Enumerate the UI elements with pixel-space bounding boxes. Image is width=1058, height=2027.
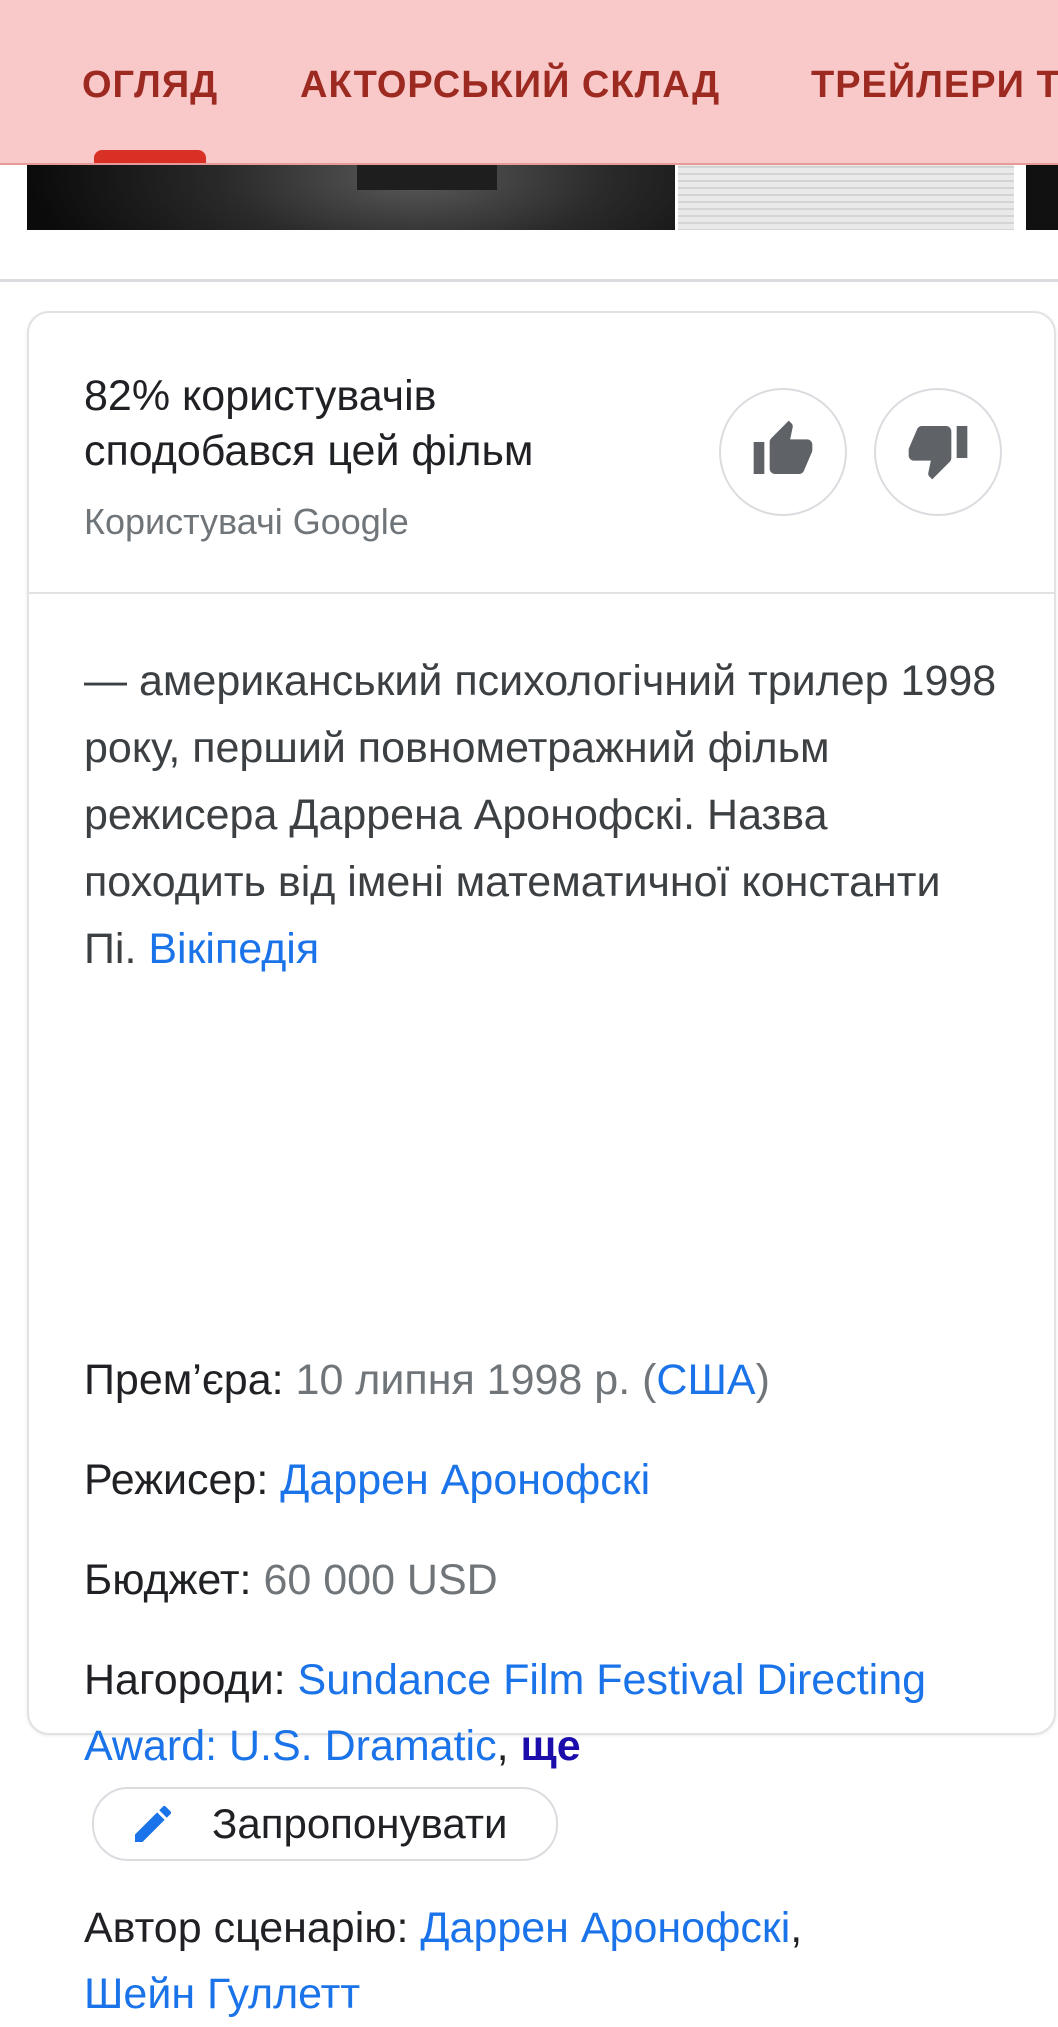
- tab-bar: ОГЛЯД АКТОРСЬКИЙ СКЛАД ТРЕЙЛЕРИ Т: [0, 0, 1058, 165]
- wikipedia-link[interactable]: Вікіпедія: [148, 925, 319, 973]
- rating-source: Користувачі Google: [84, 501, 409, 542]
- active-tab-indicator: [94, 150, 206, 163]
- fact-writer: Автор сценарію: Даррен Аронофскі, Шейн Гу…: [84, 1895, 1004, 2027]
- suggest-label: Запропонувати: [212, 1800, 508, 1847]
- fact-label: Бюджет:: [84, 1556, 252, 1604]
- tab-overview[interactable]: ОГЛЯД: [82, 64, 218, 107]
- director-link[interactable]: Даррен Аронофскі: [280, 1456, 650, 1504]
- dislike-button[interactable]: [874, 388, 1002, 516]
- premiere-date: 10 липня 1998 р. (: [295, 1356, 657, 1404]
- section-divider: [0, 279, 1058, 282]
- premiere-paren: ): [755, 1356, 770, 1404]
- award-separator: ,: [496, 1722, 521, 1770]
- fact-director: Режисер: Даррен Аронофскі: [84, 1447, 1004, 1513]
- fact-budget: Бюджет: 60 000 USD: [84, 1547, 1004, 1613]
- writer-link-1[interactable]: Даррен Аронофскі: [420, 1904, 790, 1952]
- writer-separator: ,: [790, 1904, 803, 1952]
- card-divider: [29, 592, 1054, 594]
- rating-liked-text: сподобався цей фільм: [84, 427, 534, 475]
- fact-premiere: Прем’єра: 10 липня 1998 р. (США): [84, 1347, 1004, 1413]
- thumb-down-icon: [906, 418, 970, 487]
- fact-label: Режисер:: [84, 1456, 269, 1504]
- movie-info-card: 82% користувачів сподобався цей фільм Ко…: [27, 311, 1056, 2018]
- writer-link-2[interactable]: Шейн Гуллетт: [84, 1970, 360, 2018]
- tab-trailers[interactable]: ТРЕЙЛЕРИ Т: [811, 64, 1058, 107]
- fact-awards: Нагороди: Sundance Film Festival Directi…: [84, 1647, 1004, 1779]
- tab-cast[interactable]: АКТОРСЬКИЙ СКЛАД: [300, 64, 720, 107]
- thumb-up-icon: [751, 418, 815, 487]
- fact-label: Прем’єра:: [84, 1356, 284, 1404]
- like-button[interactable]: [719, 388, 847, 516]
- country-link[interactable]: США: [656, 1356, 755, 1404]
- budget-value: 60 000 USD: [263, 1556, 498, 1604]
- movie-description: — американський психологічний трилер 199…: [84, 648, 1004, 983]
- fact-label: Автор сценарію:: [84, 1904, 409, 1952]
- pencil-icon: [128, 1799, 178, 1849]
- fact-label: Нагороди:: [84, 1656, 286, 1704]
- rating-percent-text: 82% користувачів: [84, 372, 437, 420]
- suggest-edit-button[interactable]: Запропонувати: [92, 1787, 558, 1861]
- more-awards-link[interactable]: ще: [521, 1722, 581, 1770]
